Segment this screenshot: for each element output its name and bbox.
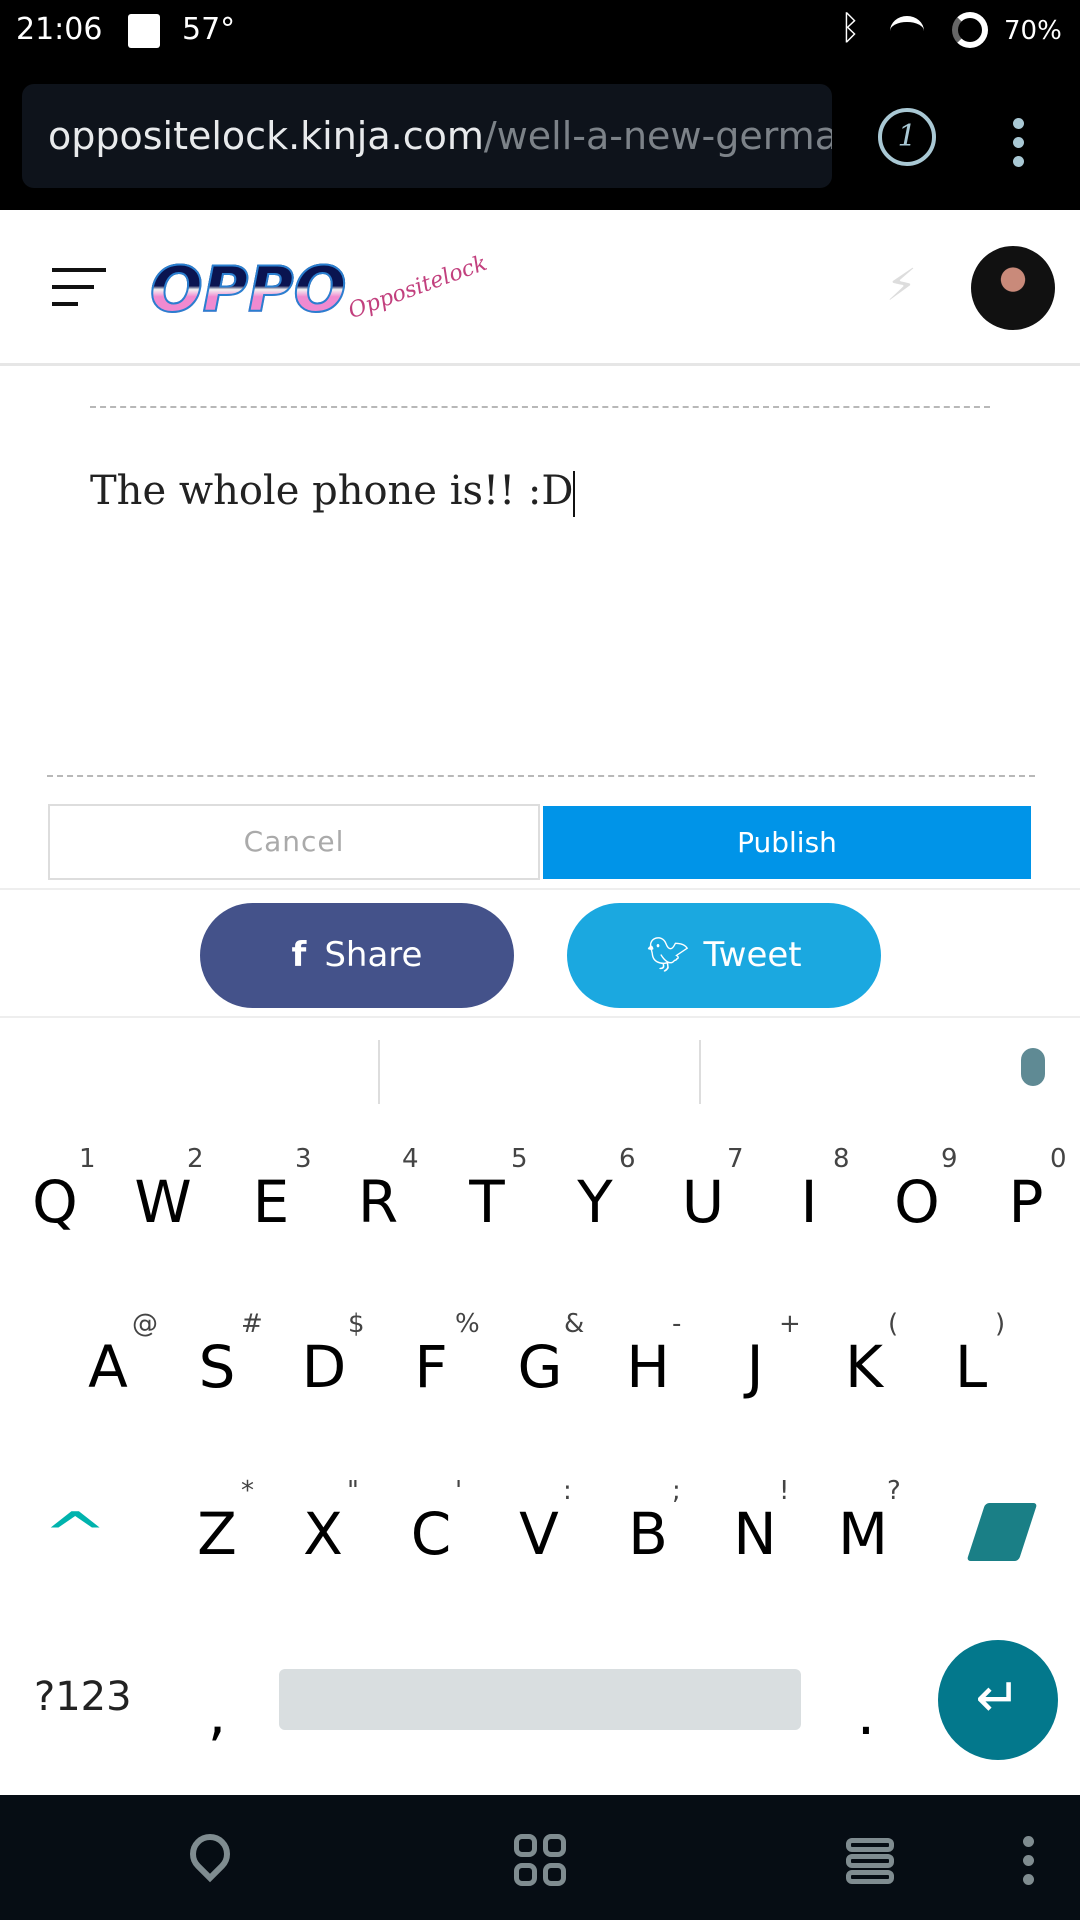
key-h[interactable]: H [598, 1333, 698, 1401]
key-x[interactable]: X [273, 1500, 373, 1568]
key-hint: 4 [402, 1144, 419, 1174]
comma-key[interactable]: , [167, 1680, 267, 1748]
key-hint: ? [887, 1476, 901, 1506]
editor-content: The whole phone is!! :D [90, 468, 574, 514]
key-a[interactable]: A [58, 1333, 158, 1401]
key-hint: @ [132, 1309, 158, 1339]
battery-icon [952, 12, 988, 48]
key-hint: ' [455, 1476, 463, 1506]
key-u[interactable]: U [653, 1168, 753, 1236]
key-o[interactable]: O [867, 1168, 967, 1236]
key-hint: % [455, 1309, 480, 1339]
divider [47, 775, 1035, 777]
key-g[interactable]: G [490, 1333, 590, 1401]
key-hint: - [672, 1309, 682, 1339]
avatar[interactable] [971, 246, 1055, 330]
tab-switcher-button[interactable]: 1 [878, 108, 936, 166]
key-n[interactable]: N [705, 1500, 805, 1568]
period-key[interactable]: . [816, 1680, 916, 1748]
shift-key[interactable]: ^ [42, 1500, 107, 1570]
twitter-icon: 🐦︎ [646, 935, 690, 975]
key-hint: ( [888, 1309, 899, 1339]
publish-button[interactable]: Publish [543, 806, 1031, 879]
key-hint: 8 [833, 1144, 850, 1174]
tweet-button[interactable]: 🐦︎ Tweet [567, 903, 881, 1008]
oppo-logo[interactable]: OPPO Oppositelock [149, 245, 510, 327]
key-b[interactable]: B [598, 1500, 698, 1568]
tweet-label: Tweet [703, 935, 802, 975]
key-hint: 1 [79, 1144, 96, 1174]
microphone-icon[interactable] [1021, 1048, 1045, 1086]
key-l[interactable]: L [921, 1333, 1021, 1401]
key-hint: 3 [295, 1144, 312, 1174]
key-p[interactable]: P [976, 1168, 1076, 1236]
key-hint: 2 [187, 1144, 204, 1174]
url-host: oppositelock.kinja.com [48, 114, 484, 158]
space-bar[interactable] [279, 1669, 801, 1730]
key-hint: 0 [1050, 1144, 1067, 1174]
suggestion-divider [378, 1040, 380, 1104]
image-notification-icon [128, 14, 160, 48]
key-r[interactable]: R [328, 1168, 428, 1236]
bluetooth-icon: ᛒ [840, 8, 861, 48]
key-c[interactable]: C [381, 1500, 481, 1568]
key-hint: ) [995, 1309, 1006, 1339]
divider [90, 406, 990, 408]
key-hint: * [241, 1476, 254, 1506]
key-j[interactable]: J [705, 1333, 805, 1401]
enter-key[interactable]: ↵ [938, 1640, 1058, 1760]
key-k[interactable]: K [814, 1333, 914, 1401]
key-w[interactable]: W [113, 1168, 213, 1236]
key-i[interactable]: I [759, 1168, 859, 1236]
overflow-menu-icon[interactable] [1023, 1828, 1034, 1893]
url-path: /well-a-new-german-c [483, 114, 832, 158]
share-section [0, 888, 1080, 1018]
facebook-icon: f [291, 935, 307, 975]
logo-script: Oppositelock [345, 250, 491, 325]
battery-percent: 70% [1004, 16, 1062, 46]
cancel-button[interactable]: Cancel [48, 804, 540, 880]
lightning-icon[interactable]: ⚡ [886, 260, 917, 311]
temperature: 57° [182, 12, 236, 47]
key-s[interactable]: S [167, 1333, 267, 1401]
url-bar[interactable]: oppositelock.kinja.com/well-a-new-german… [22, 84, 832, 188]
key-f[interactable]: F [381, 1333, 481, 1401]
key-hint: ; [672, 1476, 681, 1506]
key-hint: 6 [619, 1144, 636, 1174]
key-e[interactable]: E [221, 1168, 321, 1236]
apps-grid-icon[interactable] [514, 1834, 566, 1886]
key-hint: & [564, 1309, 585, 1339]
key-hint: ! [779, 1476, 790, 1506]
symbols-key[interactable]: ?123 [34, 1674, 132, 1720]
clock: 21:06 [16, 12, 103, 47]
key-t[interactable]: T [437, 1168, 537, 1236]
key-hint: # [241, 1309, 263, 1339]
share-label: Share [324, 935, 423, 975]
key-hint: $ [348, 1309, 365, 1339]
key-hint: + [779, 1309, 801, 1339]
key-v[interactable]: V [489, 1500, 589, 1568]
key-d[interactable]: D [274, 1333, 374, 1401]
text-cursor [573, 471, 576, 517]
key-z[interactable]: Z [167, 1500, 267, 1568]
tabs-list-icon[interactable] [846, 1838, 894, 1884]
key-hint: 5 [511, 1144, 528, 1174]
browser-menu-icon[interactable] [1013, 110, 1024, 175]
hamburger-menu-icon[interactable] [52, 268, 106, 308]
key-hint: " [347, 1476, 359, 1506]
editor-text[interactable]: The whole phone is!! :D [90, 468, 576, 517]
suggestion-divider [699, 1040, 701, 1104]
key-hint: : [563, 1476, 572, 1506]
key-y[interactable]: Y [545, 1168, 645, 1236]
key-hint: 7 [727, 1144, 744, 1174]
key-m[interactable]: M [813, 1500, 913, 1568]
logo-text: OPPO [149, 252, 347, 327]
facebook-share-button[interactable]: f Share [200, 903, 514, 1008]
wifi-icon [890, 16, 924, 46]
key-hint: 9 [941, 1144, 958, 1174]
key-q[interactable]: Q [5, 1168, 105, 1236]
